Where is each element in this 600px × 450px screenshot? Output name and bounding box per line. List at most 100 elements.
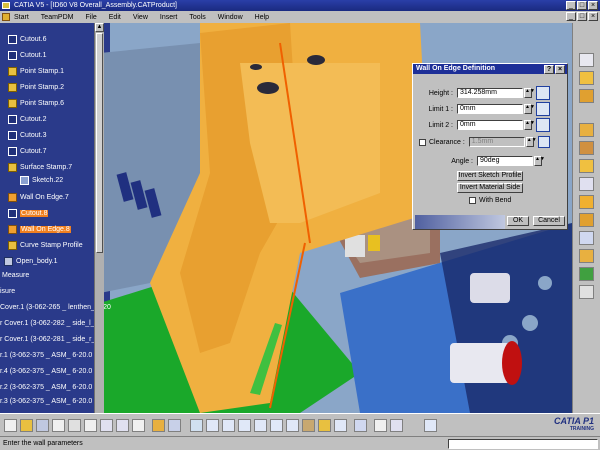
open-icon[interactable] [20,419,33,432]
tree-item[interactable]: Cutout.3 [8,129,46,141]
fit-all-icon[interactable] [206,419,219,432]
tree-scrollbar[interactable]: ▲ [94,23,104,413]
scroll-thumb[interactable] [96,33,103,253]
fly-mode-icon[interactable] [190,419,203,432]
measure-icon[interactable] [374,419,387,432]
flange-icon[interactable] [579,123,594,137]
rotate-icon[interactable] [238,419,251,432]
limit1-input[interactable]: 0mm [457,104,523,114]
wall-tool-icon[interactable] [579,53,594,67]
invert-material-side-button[interactable]: Invert Material Side [457,183,523,193]
update-icon[interactable] [424,419,437,432]
scroll-up-icon[interactable]: ▲ [95,23,104,32]
clearance-spinner[interactable]: ▲▼ [525,137,537,147]
fold-icon[interactable] [579,195,594,209]
angle-spinner[interactable]: ▲▼ [534,156,545,166]
save-icon[interactable] [36,419,49,432]
cancel-button[interactable]: Cancel [533,216,565,226]
doc-minimize-button[interactable]: _ [566,12,576,21]
cutout-tool-icon[interactable] [579,213,594,227]
menu-tools[interactable]: Tools [189,14,205,21]
sheet-metal-icon[interactable] [579,71,594,85]
dialog-help-button[interactable]: ? [544,65,554,74]
tree-item[interactable]: Measure [2,269,29,281]
minimize-button[interactable]: _ [566,1,576,10]
tree-item-selected[interactable]: Wall On Edge.8 [8,223,71,235]
tree-item[interactable]: Cutout.7 [8,145,46,157]
3d-viewport[interactable]: Cutout.6 Cutout.1 Point Stamp.1 Point St… [0,23,572,413]
tree-item[interactable]: Cutout.6 [8,33,46,45]
with-bend-checkbox[interactable] [469,197,476,204]
undo-icon[interactable] [100,419,113,432]
extrusion-icon[interactable] [579,89,594,103]
height-type-icon[interactable] [536,86,550,100]
zoom-in-icon[interactable] [254,419,267,432]
copy-icon[interactable] [84,419,97,432]
menu-teampdm[interactable]: TeamPDM [41,14,74,21]
clearance-checkbox[interactable] [419,138,426,146]
tree-item[interactable]: Cutout.1 [8,49,46,61]
print-icon[interactable] [52,419,65,432]
tree-item[interactable]: Cutout.2 [8,113,46,125]
clearance-input[interactable]: 1.5mm [468,137,525,147]
tree-item[interactable]: Point Stamp.1 [8,65,64,77]
hide-show-icon[interactable] [334,419,347,432]
unfold-icon[interactable] [579,177,594,191]
tree-item[interactable]: r.2 (3-062-375 _ ASM_ 6-20.0 [0,381,92,393]
tree-item[interactable]: isure [0,285,15,297]
hem-icon[interactable] [579,141,594,155]
limit2-type-icon[interactable] [536,118,550,132]
measure-item-icon[interactable] [390,419,403,432]
tree-item[interactable]: Surface Stamp.7 [8,161,72,173]
tree-item[interactable]: Point Stamp.6 [8,97,64,109]
bend-icon[interactable] [579,159,594,173]
whats-this-icon[interactable] [132,419,145,432]
tree-item[interactable]: Wall On Edge.7 [8,191,69,203]
menu-view[interactable]: View [133,14,148,21]
stamp-tool-icon[interactable] [579,249,594,263]
doc-maximize-button[interactable]: □ [577,12,587,21]
tree-item[interactable]: r.1 (3-062-375 _ ASM_ 6-20.0 [0,349,92,361]
menu-edit[interactable]: Edit [109,14,121,21]
table-icon[interactable] [168,419,181,432]
doc-close-button[interactable]: × [588,12,598,21]
limit1-type-icon[interactable] [536,102,550,116]
tree-item[interactable]: Curve Stamp Profile [8,239,83,251]
angle-input[interactable]: 90deg [477,156,533,166]
tree-item[interactable]: Cutout.8 [8,207,49,219]
shading-icon[interactable] [318,419,331,432]
hole-icon[interactable] [579,231,594,245]
height-input[interactable]: 314.258mm [457,88,523,98]
iso-view-icon[interactable] [302,419,315,432]
pan-icon[interactable] [222,419,235,432]
tree-item[interactable]: Open_body.1 [4,255,58,267]
menu-insert[interactable]: Insert [160,14,178,21]
height-spinner[interactable]: ▲▼ [524,88,535,98]
tree-item[interactable]: r Cover.1 (3-062-282 _ side_l_ [0,317,95,329]
cut-icon[interactable] [68,419,81,432]
clearance-mode-icon[interactable] [537,136,550,148]
document-icon[interactable] [2,13,10,21]
ok-button[interactable]: OK [507,216,529,226]
menu-help[interactable]: Help [255,14,269,21]
menu-file[interactable]: File [85,14,96,21]
tree-item[interactable]: r Cover.1 (3-062-281 _ side_r_ [0,333,95,345]
menu-window[interactable]: Window [218,14,243,21]
corner-icon[interactable] [579,285,594,299]
pattern-icon[interactable] [579,267,594,281]
limit1-spinner[interactable]: ▲▼ [524,104,535,114]
limit2-spinner[interactable]: ▲▼ [524,120,535,130]
tree-item[interactable]: Point Stamp.2 [8,81,64,93]
formula-icon[interactable] [152,419,165,432]
maximize-button[interactable]: □ [577,1,587,10]
tree-item[interactable]: r.3 (3-062-375 _ ASM_ 6-20.0 [0,395,92,407]
tree-item[interactable]: r.4 (3-062-375 _ ASM_ 6-20.0 [0,365,92,377]
dialog-close-button[interactable]: × [555,65,565,74]
new-icon[interactable] [4,419,17,432]
close-button[interactable]: × [588,1,598,10]
limit2-input[interactable]: 0mm [457,120,523,130]
tree-item[interactable]: Sketch.22 [20,174,63,186]
invert-sketch-profile-button[interactable]: Invert Sketch Profile [457,171,523,181]
command-input[interactable] [448,439,598,449]
swap-space-icon[interactable] [354,419,367,432]
